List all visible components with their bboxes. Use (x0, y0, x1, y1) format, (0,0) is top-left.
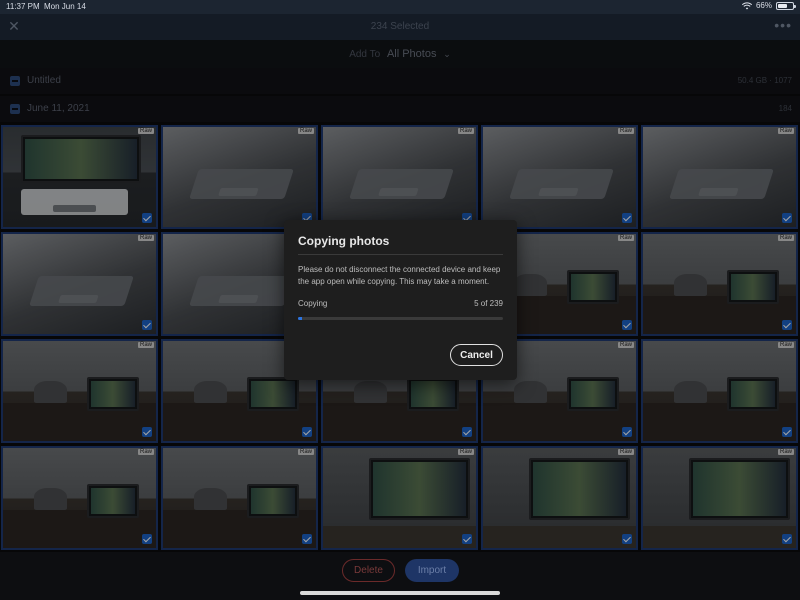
home-indicator (300, 591, 500, 595)
battery-icon (776, 1, 796, 10)
dialog-divider (298, 254, 503, 255)
bottom-bar: Delete Import (0, 552, 800, 600)
status-time: 11:37 PM (6, 2, 40, 11)
status-right: 66% (741, 1, 796, 10)
delete-button[interactable]: Delete (342, 559, 395, 582)
dialog-message: Please do not disconnect the connected d… (298, 265, 501, 286)
battery-percent: 66% (755, 1, 772, 10)
copying-dialog: Copying photos Please do not disconnect … (284, 220, 517, 380)
progress-label: Copying (298, 299, 328, 308)
import-button[interactable]: Import (405, 559, 459, 582)
progress-fill (298, 317, 303, 320)
progress-count: 5 of 239 (474, 299, 503, 308)
progress-bar (298, 317, 503, 320)
dialog-title: Copying photos (298, 234, 390, 248)
cancel-button[interactable]: Cancel (450, 344, 503, 366)
status-date: Mon Jun 14 (44, 2, 86, 11)
status-bar: 11:37 PM Mon Jun 14 66% (0, 0, 800, 14)
wifi-icon (741, 1, 752, 9)
